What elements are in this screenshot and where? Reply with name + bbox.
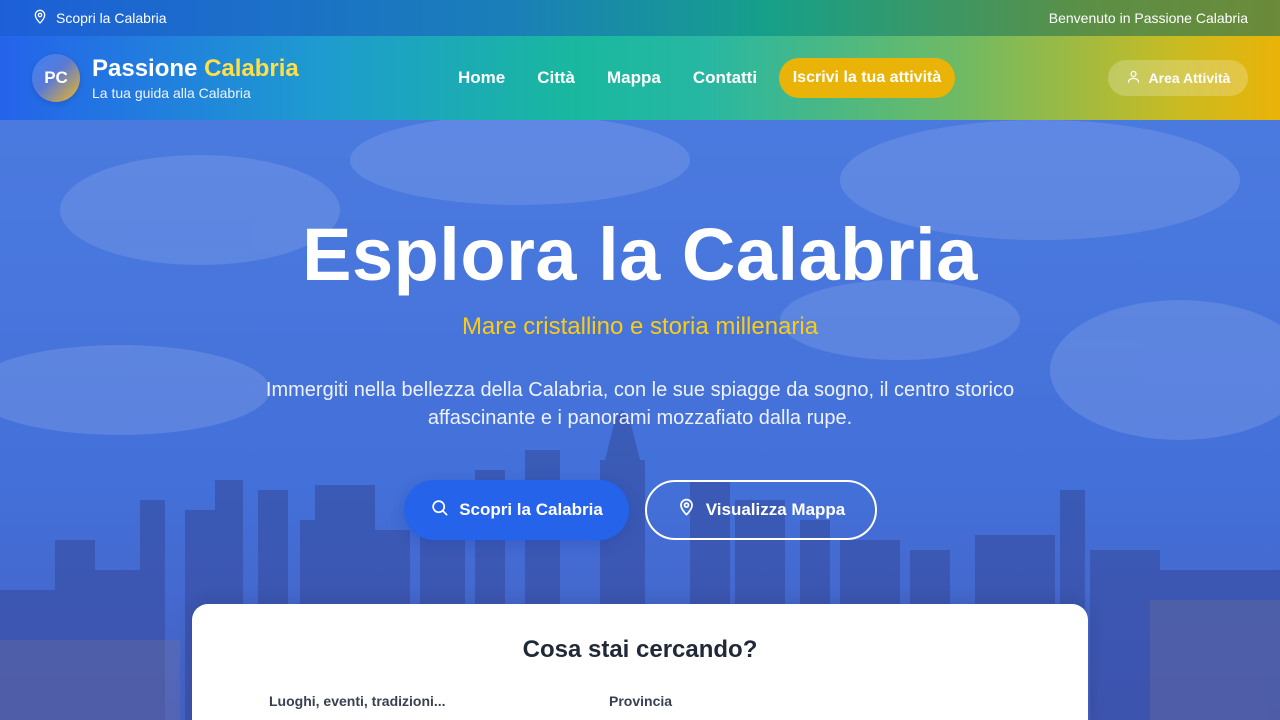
search-card-title: Cosa stai cercando? xyxy=(522,636,758,663)
main-nav: Home Città Mappa Contatti xyxy=(458,36,789,120)
topbar-location: Scopri la Calabria xyxy=(32,9,167,28)
province-label: Provincia xyxy=(609,693,673,709)
site-header: PC Passione Calabria La tua guida alla C… xyxy=(0,36,1280,120)
business-area-label: Area Attività xyxy=(1148,70,1231,86)
map-pin-icon xyxy=(677,498,696,522)
map-pin-icon xyxy=(32,9,48,28)
view-map-button[interactable]: Visualizza Mappa xyxy=(645,480,877,540)
discover-calabria-label: Scopri la Calabria xyxy=(459,500,603,519)
hero-title: Esplora la Calabria xyxy=(302,213,978,296)
hero-description: Immergiti nella bellezza della Calabria,… xyxy=(265,379,1015,429)
brand-title-part1: Passione xyxy=(92,55,198,82)
brand-subtitle: La tua guida alla Calabria xyxy=(92,85,251,101)
brand-title-part2: Calabria xyxy=(204,55,299,82)
search-query-label: Luoghi, eventi, tradizioni... xyxy=(269,693,446,709)
top-info-bar: Scopri la Calabria Benvenuto in Passione… xyxy=(0,0,1280,36)
brand[interactable]: Passione Calabria La tua guida alla Cala… xyxy=(92,55,299,101)
search-icon xyxy=(430,498,449,522)
business-area-button[interactable]: Area Attività xyxy=(1108,60,1248,96)
topbar-left-text: Scopri la Calabria xyxy=(56,10,167,26)
nav-link-citta[interactable]: Città xyxy=(537,68,575,88)
hero-tagline: Mare cristallino e storia millenaria xyxy=(461,313,819,340)
nav-link-mappa[interactable]: Mappa xyxy=(607,68,661,88)
topbar-welcome-text: Benvenuto in Passione Calabria xyxy=(1048,10,1248,26)
nav-link-home[interactable]: Home xyxy=(458,68,505,88)
logo-badge[interactable]: PC xyxy=(32,54,80,102)
nav-link-contatti[interactable]: Contatti xyxy=(693,68,757,88)
search-card: Cosa stai cercando? Luoghi, eventi, trad… xyxy=(192,604,1088,720)
view-map-label: Visualizza Mappa xyxy=(705,500,846,519)
discover-calabria-button[interactable]: Scopri la Calabria xyxy=(404,480,629,540)
user-icon xyxy=(1126,69,1141,87)
register-business-button[interactable]: Iscrivi la tua attività xyxy=(779,58,955,98)
brand-title: Passione Calabria xyxy=(92,55,299,83)
hero-section: Esplora la Calabria Mare cristallino e s… xyxy=(0,120,1280,720)
